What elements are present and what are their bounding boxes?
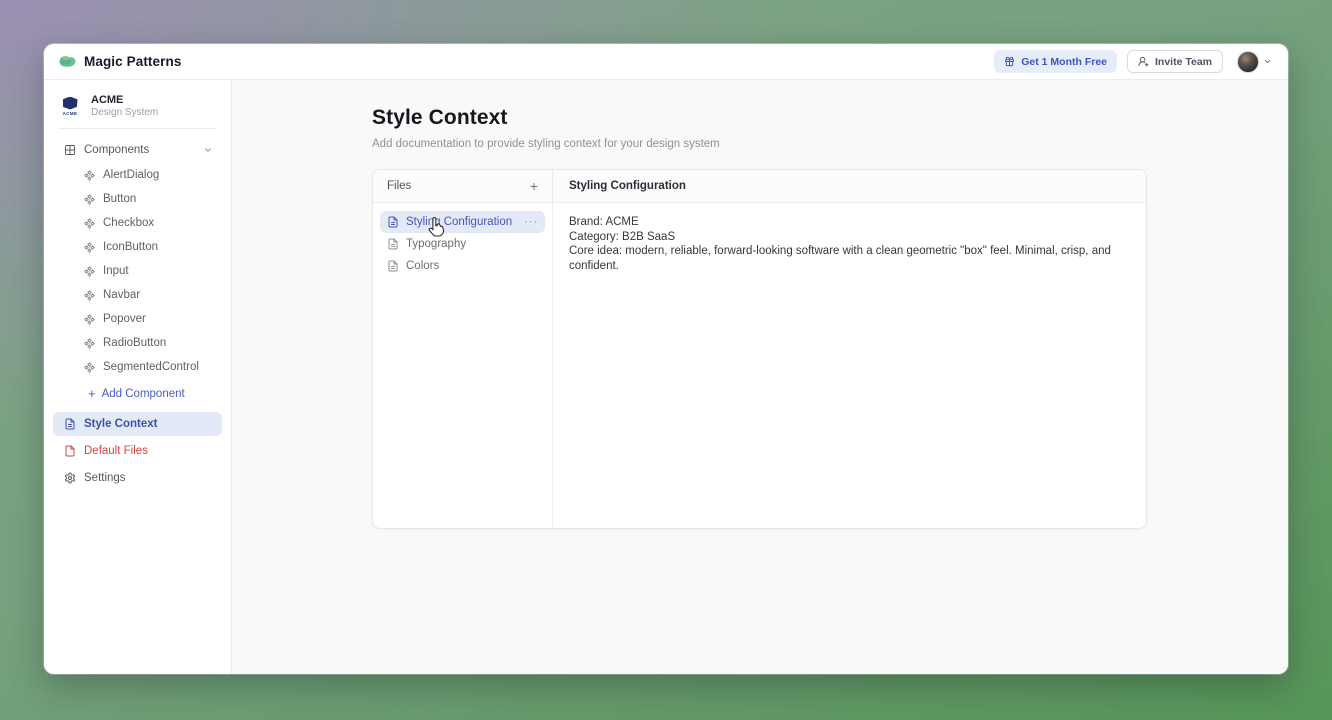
sidebar-item-checkbox[interactable]: Checkbox bbox=[44, 211, 231, 235]
sidebar-item-navbar[interactable]: Navbar bbox=[44, 283, 231, 307]
sidebar-item-radiobutton[interactable]: RadioButton bbox=[44, 331, 231, 355]
card-header: Files + Styling Configuration bbox=[373, 170, 1146, 203]
topbar-actions: Get 1 Month Free Invite Team bbox=[994, 50, 1272, 73]
page-title: Style Context bbox=[372, 106, 1288, 130]
sidebar-divider bbox=[58, 128, 217, 129]
workspace-subtitle: Design System bbox=[91, 107, 158, 118]
files-list: Styling Configuration ··· Typography bbox=[373, 203, 553, 528]
add-file-button[interactable]: + bbox=[530, 179, 538, 193]
style-context-card: Files + Styling Configuration Styling Co… bbox=[372, 169, 1147, 529]
workspace-switcher[interactable]: ACME ACME Design System bbox=[44, 90, 231, 128]
sidebar-item-alertdialog[interactable]: AlertDialog bbox=[44, 163, 231, 187]
files-panel-header: Files + bbox=[373, 170, 553, 202]
file-item-colors[interactable]: Colors bbox=[380, 255, 545, 277]
sidebar-item-button[interactable]: Button bbox=[44, 187, 231, 211]
component-icon bbox=[84, 218, 95, 229]
desktop-background: { "brand": { "name": "Magic Patterns" },… bbox=[0, 0, 1332, 720]
components-list: AlertDialog Button Checkbox IconButton I… bbox=[44, 163, 231, 379]
avatar bbox=[1237, 51, 1259, 73]
gear-icon bbox=[64, 472, 76, 484]
workspace-name: ACME bbox=[91, 94, 158, 106]
add-component-button[interactable]: + Add Component bbox=[44, 379, 231, 409]
sidebar-item-input[interactable]: Input bbox=[44, 259, 231, 283]
brand-logo[interactable]: Magic Patterns bbox=[58, 54, 181, 70]
file-item-typography[interactable]: Typography bbox=[380, 233, 545, 255]
detail-panel-header: Styling Configuration bbox=[553, 170, 1146, 202]
components-section-toggle[interactable]: Components bbox=[44, 137, 231, 163]
add-component-label: Add Component bbox=[102, 388, 185, 400]
topbar: Magic Patterns Get 1 Month Free In bbox=[44, 44, 1288, 80]
invite-team-label: Invite Team bbox=[1155, 56, 1212, 68]
file-text-icon bbox=[387, 260, 399, 272]
plus-icon: + bbox=[88, 389, 96, 399]
grid-icon bbox=[64, 144, 76, 156]
sidebar-item-iconbutton[interactable]: IconButton bbox=[44, 235, 231, 259]
content-line: Core idea: modern, reliable, forward-loo… bbox=[569, 244, 1130, 273]
files-header-label: Files bbox=[387, 180, 411, 192]
card-body: Styling Configuration ··· Typography bbox=[373, 203, 1146, 528]
component-icon bbox=[84, 362, 95, 373]
file-icon bbox=[64, 445, 76, 457]
components-section-label: Components bbox=[84, 144, 149, 156]
component-icon bbox=[84, 338, 95, 349]
acme-logo-icon: ACME bbox=[58, 97, 82, 116]
content-line: Brand: ACME bbox=[569, 215, 1130, 230]
component-icon bbox=[84, 266, 95, 277]
file-text-icon bbox=[64, 418, 76, 430]
page-subtitle: Add documentation to provide styling con… bbox=[372, 138, 1288, 150]
component-icon bbox=[84, 290, 95, 301]
component-icon bbox=[84, 170, 95, 181]
chevron-down-icon bbox=[203, 145, 213, 155]
invite-team-button[interactable]: Invite Team bbox=[1127, 50, 1223, 73]
file-text-icon bbox=[387, 238, 399, 250]
sidebar-item-segmentedcontrol[interactable]: SegmentedControl bbox=[44, 355, 231, 379]
gift-icon bbox=[1004, 56, 1015, 67]
component-icon bbox=[84, 194, 95, 205]
magic-patterns-logo-icon bbox=[58, 54, 77, 70]
get-month-free-label: Get 1 Month Free bbox=[1021, 56, 1107, 68]
component-icon bbox=[84, 242, 95, 253]
sidebar-item-popover[interactable]: Popover bbox=[44, 307, 231, 331]
file-content[interactable]: Brand: ACME Category: B2B SaaS Core idea… bbox=[553, 203, 1146, 528]
main-content: Style Context Add documentation to provi… bbox=[232, 80, 1288, 674]
component-icon bbox=[84, 314, 95, 325]
app-window: Magic Patterns Get 1 Month Free In bbox=[44, 44, 1288, 674]
user-plus-icon bbox=[1138, 56, 1149, 67]
get-month-free-button[interactable]: Get 1 Month Free bbox=[994, 50, 1117, 73]
content-line: Category: B2B SaaS bbox=[569, 230, 1130, 245]
brand-name: Magic Patterns bbox=[84, 54, 181, 69]
sidebar-item-style-context[interactable]: Style Context bbox=[53, 412, 222, 436]
user-menu[interactable] bbox=[1237, 51, 1272, 73]
sidebar-item-default-files[interactable]: Default Files bbox=[53, 439, 222, 463]
file-item-styling-configuration[interactable]: Styling Configuration ··· bbox=[380, 211, 545, 233]
sidebar-item-settings[interactable]: Settings bbox=[53, 466, 222, 490]
sidebar: ACME ACME Design System Components bbox=[44, 80, 232, 674]
chevron-down-icon bbox=[1263, 57, 1272, 66]
file-more-button[interactable]: ··· bbox=[524, 216, 538, 228]
file-text-icon bbox=[387, 216, 399, 228]
